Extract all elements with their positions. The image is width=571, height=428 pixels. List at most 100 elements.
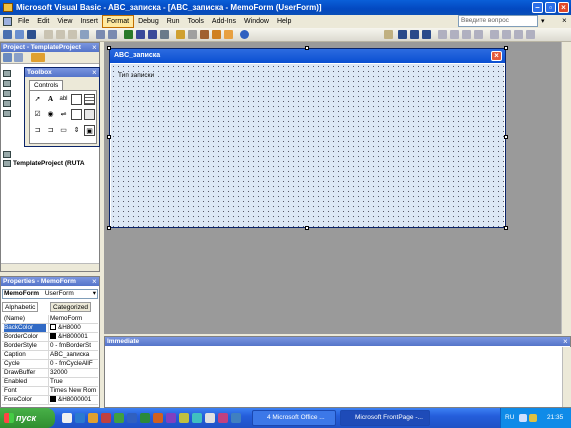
quicklaunch-app-icon[interactable] — [231, 413, 241, 423]
tray-volume-icon[interactable] — [529, 414, 537, 422]
view-object-icon[interactable] — [14, 53, 23, 62]
ungroup-icon[interactable] — [474, 30, 483, 39]
tree-node-2[interactable] — [3, 80, 13, 87]
quicklaunch-app-icon[interactable] — [218, 413, 228, 423]
quicklaunch-excel-icon[interactable] — [140, 413, 150, 423]
menu-window[interactable]: Window — [240, 16, 273, 27]
align-icon[interactable] — [490, 30, 499, 39]
property-value[interactable]: MemoForm — [48, 315, 98, 323]
resize-handle-s[interactable] — [305, 226, 309, 230]
menu-edit[interactable]: Edit — [33, 16, 53, 27]
close-document-icon[interactable]: × — [562, 16, 567, 25]
group-icon[interactable] — [462, 30, 471, 39]
property-row[interactable]: DrawBuffer 32000 — [2, 369, 98, 378]
userform-designer[interactable]: ABC_записка × Тип записки — [109, 48, 506, 228]
property-value[interactable]: &H8000 — [48, 324, 98, 332]
property-value[interactable]: &H800001 — [48, 333, 98, 341]
quicklaunch-app-icon[interactable] — [101, 413, 111, 423]
image-icon[interactable] — [71, 109, 82, 120]
quicklaunch-app-icon[interactable] — [205, 413, 215, 423]
help-question-input[interactable]: Введите вопрос — [458, 15, 538, 27]
toggle-folders-icon[interactable] — [31, 53, 45, 62]
immediate-vertical-scrollbar[interactable] — [562, 347, 571, 407]
project-close-icon[interactable]: × — [92, 43, 97, 52]
property-value[interactable]: 32000 — [48, 369, 98, 377]
paste-icon[interactable] — [68, 30, 77, 39]
userform-toolbar-icon[interactable] — [384, 30, 393, 39]
combobox-icon[interactable] — [84, 94, 95, 105]
tabstrip-icon[interactable]: ⊐ — [32, 125, 43, 136]
menu-debug[interactable]: Debug — [134, 16, 163, 27]
form-label-type[interactable]: Тип записки — [117, 72, 156, 79]
find-icon[interactable] — [80, 30, 89, 39]
property-value[interactable]: 0 - fmBorderSt — [48, 342, 98, 350]
togglebutton-icon[interactable]: ⇌ — [58, 109, 69, 120]
run-sub-icon[interactable] — [398, 30, 407, 39]
menu-view[interactable]: View — [53, 16, 76, 27]
make-same-size-icon[interactable] — [514, 30, 523, 39]
property-row[interactable]: Cycle 0 - fmCycleAllF — [2, 360, 98, 369]
menu-tools[interactable]: Tools — [184, 16, 208, 27]
break-icon[interactable] — [136, 30, 145, 39]
quicklaunch-app-icon[interactable] — [192, 413, 202, 423]
commandbutton-icon[interactable] — [84, 109, 95, 120]
designer-vertical-scrollbar[interactable] — [561, 42, 571, 334]
menu-addins[interactable]: Add-Ins — [208, 16, 240, 27]
quicklaunch-app-icon[interactable] — [179, 413, 189, 423]
properties-close-icon[interactable]: × — [92, 277, 97, 286]
toolbox-active-icon[interactable] — [224, 30, 233, 39]
project-horizontal-scrollbar[interactable] — [1, 263, 99, 271]
object-selector-combo[interactable]: MemoForm UserForm ▾ — [2, 289, 98, 299]
property-row[interactable]: (Name) MemoForm — [2, 315, 98, 324]
tree-node-6[interactable] — [3, 151, 13, 158]
cut-icon[interactable] — [44, 30, 53, 39]
form-close-icon[interactable]: × — [491, 51, 502, 61]
quicklaunch-desktop-icon[interactable] — [62, 413, 72, 423]
chevron-down-icon[interactable]: ▾ — [93, 290, 96, 298]
property-row[interactable]: Enabled True — [2, 378, 98, 387]
property-row[interactable]: BorderStyle 0 - fmBorderSt — [2, 342, 98, 351]
break-sub-icon[interactable] — [410, 30, 419, 39]
textbox-icon[interactable]: abl — [58, 94, 69, 105]
tab-categorized[interactable]: Categorized — [50, 302, 92, 312]
label-icon[interactable]: A — [45, 94, 56, 105]
property-value[interactable]: 0 - fmCycleAllF — [48, 360, 98, 368]
tree-node-1[interactable] — [3, 70, 13, 77]
quicklaunch-app-icon[interactable] — [114, 413, 124, 423]
tree-template-project[interactable]: TemplateProject (RUTA — [3, 160, 85, 167]
minimize-button[interactable]: – — [532, 2, 543, 13]
scrollbar-icon[interactable]: ▭ — [58, 125, 69, 136]
run-icon[interactable] — [124, 30, 133, 39]
property-row[interactable]: ForeColor &H8000001 — [2, 396, 98, 405]
menu-run[interactable]: Run — [163, 16, 184, 27]
insert-userform-icon[interactable] — [15, 30, 24, 39]
start-button[interactable]: пуск — [0, 408, 55, 428]
project-explorer-icon[interactable] — [176, 30, 185, 39]
bring-to-front-icon[interactable] — [438, 30, 447, 39]
quicklaunch-powerpoint-icon[interactable] — [153, 413, 163, 423]
checkbox-icon[interactable]: ☑ — [32, 109, 43, 120]
tree-node-3[interactable] — [3, 90, 13, 97]
menu-file[interactable]: File — [14, 16, 33, 27]
resize-handle-nw[interactable] — [107, 46, 111, 50]
immediate-window[interactable]: Immediate × — [104, 336, 571, 408]
resize-handle-e[interactable] — [504, 135, 508, 139]
property-value[interactable]: True — [48, 378, 98, 386]
center-icon[interactable] — [502, 30, 511, 39]
multipage-icon[interactable]: ⊐ — [45, 125, 56, 136]
redo-icon[interactable] — [108, 30, 117, 39]
toolbox-tab-controls[interactable]: Controls — [29, 80, 64, 90]
resize-handle-ne[interactable] — [504, 46, 508, 50]
task-office[interactable]: 4 Microsoft Office ... — [252, 410, 336, 426]
send-to-back-icon[interactable] — [450, 30, 459, 39]
close-button[interactable]: × — [558, 2, 569, 13]
language-indicator[interactable]: RU — [505, 408, 514, 428]
view-code-icon[interactable] — [3, 53, 12, 62]
optionbutton-icon[interactable]: ◉ — [45, 109, 56, 120]
quicklaunch-word-icon[interactable] — [127, 413, 137, 423]
tree-node-4[interactable] — [3, 100, 13, 107]
immediate-close-icon[interactable]: × — [563, 337, 568, 346]
help-dropdown-icon[interactable]: ▾ — [541, 17, 545, 25]
maximize-button[interactable]: ▫ — [545, 2, 556, 13]
refedit-icon[interactable]: ▣ — [84, 125, 95, 136]
